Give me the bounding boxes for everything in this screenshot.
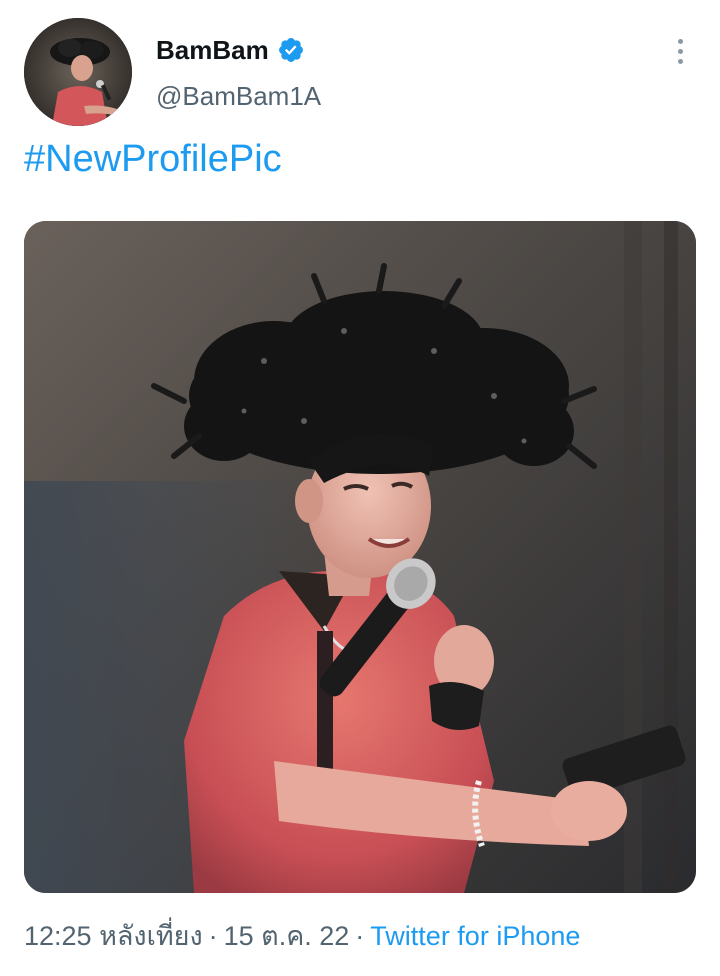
verified-badge-icon [277,36,305,64]
tweet-source-link[interactable]: Twitter for iPhone [370,921,580,951]
more-vertical-icon[interactable] [666,34,694,68]
author-display-name[interactable]: BamBam [156,34,269,66]
tweet-meta: 12:25 หลังเที่ยง · 15 ต.ค. 22 · Twitter for … [24,918,580,954]
meta-separator: · [208,921,218,951]
tweet-date[interactable]: 15 ต.ค. 22 [224,921,350,951]
author-handle[interactable]: @BamBam1A [156,80,321,112]
tweet-hashtag-link[interactable]: #NewProfilePic [24,136,282,182]
author-name-row[interactable]: BamBam [156,34,305,66]
more-dot [677,48,683,54]
meta-separator: · [355,921,365,951]
author-avatar[interactable] [24,18,132,126]
performer-photo [24,221,696,893]
tweet-time[interactable]: 12:25 หลังเที่ยง [24,921,203,951]
tweet-card: BamBam @BamBam1A #NewProfilePic 12:25 หล… [0,0,720,976]
more-dot [677,58,683,64]
more-dot [677,38,683,44]
avatar-photo [24,18,132,126]
tweet-media-photo[interactable] [24,221,696,893]
